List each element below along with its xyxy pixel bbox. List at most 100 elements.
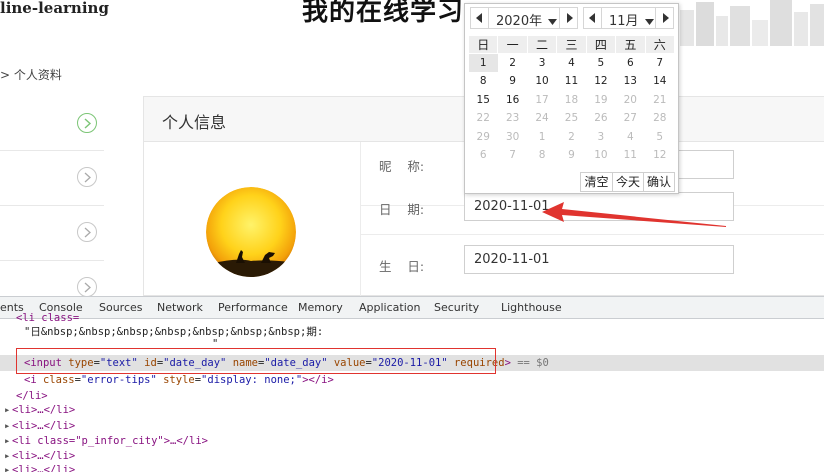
code-tag: <li>…</li> <box>12 464 76 472</box>
calendar-day[interactable]: 1 <box>468 53 498 72</box>
dom-line-li-collapsed[interactable]: ▸ <li>…</li> <box>4 449 75 464</box>
dom-line-li-city[interactable]: ▸ <li class="p_infor_city">…</li> <box>4 434 208 449</box>
caret-right-icon <box>567 13 573 23</box>
calendar-day[interactable]: 8 <box>469 72 498 91</box>
calendar-day[interactable]: 4 <box>616 128 645 147</box>
calendar-day[interactable]: 19 <box>586 91 615 110</box>
calendar-week: 6 7 8 9 10 11 12 <box>469 146 675 165</box>
breadcrumb: > 个人资料 <box>0 68 62 82</box>
dom-line-li-collapsed[interactable]: ▸ <li>…</li> <box>4 419 75 434</box>
calendar-day[interactable]: 14 <box>645 72 674 91</box>
confirm-button[interactable]: 确认 <box>643 173 674 191</box>
calendar-day[interactable]: 11 <box>557 72 586 91</box>
next-year-button[interactable] <box>559 8 577 28</box>
nickname-label: 昵 称: <box>379 159 425 174</box>
month-value: 11月 <box>609 14 639 29</box>
calendar-day[interactable]: 22 <box>469 109 498 128</box>
calendar-day[interactable]: 4 <box>557 54 586 73</box>
year-select[interactable]: 2020年 <box>496 10 558 29</box>
calendar-day[interactable]: 6 <box>616 54 645 73</box>
weekday-label: 日 <box>467 35 499 54</box>
today-button[interactable]: 今天 <box>612 173 643 191</box>
calendar-day[interactable]: 10 <box>527 72 556 91</box>
selected-node-marker: == $0 <box>517 357 549 369</box>
calendar-day[interactable]: 23 <box>498 109 527 128</box>
calendar-day[interactable]: 3 <box>527 54 556 73</box>
chevron-right-icon <box>77 222 97 242</box>
calendar-day[interactable]: 29 <box>469 128 498 147</box>
calendar-week: 15 16 17 18 19 20 21 <box>469 91 675 110</box>
code-tag: <li>…</li> <box>12 420 76 432</box>
calendar-day[interactable]: 9 <box>498 72 527 91</box>
expand-triangle-icon[interactable]: ▸ <box>4 434 12 449</box>
dom-line-li-close[interactable]: </li> <box>16 389 48 404</box>
calendar-day[interactable]: 8 <box>527 146 556 165</box>
tab-application[interactable]: Application <box>359 301 420 314</box>
tab-lighthouse[interactable]: Lighthouse <box>501 301 562 314</box>
calendar-week: 1234567 <box>468 53 675 73</box>
clear-button[interactable]: 清空 <box>581 173 612 191</box>
expand-triangle-icon[interactable]: ▸ <box>4 463 12 472</box>
code-tag: <li class="p_infor_city">…</li> <box>12 435 208 447</box>
calendar-week: 8 9 10 11 12 13 14 <box>469 72 675 91</box>
dom-line-label-text[interactable]: "日&nbsp;&nbsp;&nbsp;&nbsp;&nbsp;&nbsp;&n… <box>24 325 323 340</box>
calendar-day[interactable]: 10 <box>586 146 615 165</box>
chevron-right-icon <box>77 277 97 297</box>
calendar-day[interactable]: 30 <box>498 128 527 147</box>
weekday-label: 六 <box>644 35 676 54</box>
birthday-input[interactable] <box>464 245 734 274</box>
calendar-day[interactable]: 2 <box>557 128 586 147</box>
prev-month-button[interactable] <box>584 8 602 28</box>
nav-item-2[interactable] <box>0 151 104 206</box>
calendar-day[interactable]: 5 <box>586 54 615 73</box>
calendar-grid: 日 一 二 三 四 五 六 1 2 3 4 5 6 7 8 9 10 11 12 13 14 15 16 17 1… <box>467 35 676 165</box>
calendar-day[interactable]: 5 <box>645 128 674 147</box>
calendar-day[interactable]: 12 <box>586 72 615 91</box>
calendar-day[interactable]: 26 <box>586 109 615 128</box>
calendar-day[interactable]: 3 <box>586 128 615 147</box>
nav-item-3[interactable] <box>0 206 104 261</box>
calendar-day[interactable]: 12 <box>645 146 674 165</box>
devtools-tabbar: ents Console Sources Network Performance… <box>0 297 824 319</box>
tab-network[interactable]: Network <box>157 301 203 314</box>
site-brand[interactable]: line-learning <box>0 0 109 17</box>
calendar-day[interactable]: 11 <box>616 146 645 165</box>
dom-line-i[interactable]: <i class="error-tips" style="display: no… <box>24 373 334 388</box>
caret-right-icon <box>663 13 669 23</box>
prev-year-button[interactable] <box>471 8 489 28</box>
annotation-highlight-box <box>16 348 496 374</box>
tab-sources[interactable]: Sources <box>99 301 143 314</box>
devtools-panel: ents Console Sources Network Performance… <box>0 296 824 472</box>
dom-line-li-collapsed[interactable]: ▸ <li>…</li> <box>4 403 75 418</box>
calendar-day[interactable]: 16 <box>498 91 527 110</box>
dom-line-li-collapsed[interactable]: ▸ <li>…</li> <box>4 463 75 472</box>
calendar-day[interactable]: 13 <box>616 72 645 91</box>
calendar-day[interactable]: 15 <box>469 91 498 110</box>
calendar-day[interactable]: 28 <box>645 109 674 128</box>
calendar-day[interactable]: 6 <box>469 146 498 165</box>
month-select[interactable]: 11月 <box>609 10 654 29</box>
calendar-day[interactable]: 20 <box>616 91 645 110</box>
next-month-button[interactable] <box>655 8 673 28</box>
tab-security[interactable]: Security <box>434 301 479 314</box>
expand-triangle-icon[interactable]: ▸ <box>4 403 12 418</box>
calendar-day[interactable]: 24 <box>527 109 556 128</box>
user-avatar[interactable] <box>206 187 296 277</box>
code-tag: <li>…</li> <box>12 404 76 416</box>
calendar-day[interactable]: 25 <box>557 109 586 128</box>
calendar-day[interactable]: 18 <box>557 91 586 110</box>
calendar-day[interactable]: 7 <box>498 146 527 165</box>
calendar-day[interactable]: 27 <box>616 109 645 128</box>
expand-triangle-icon[interactable]: ▸ <box>4 449 12 464</box>
calendar-day[interactable]: 1 <box>527 128 556 147</box>
expand-triangle-icon[interactable]: ▸ <box>4 419 12 434</box>
tab-memory[interactable]: Memory <box>298 301 343 314</box>
calendar-day[interactable]: 9 <box>557 146 586 165</box>
tab-performance[interactable]: Performance <box>218 301 288 314</box>
chevron-right-icon <box>77 113 97 133</box>
calendar-day[interactable]: 2 <box>498 54 527 73</box>
nav-item-1[interactable] <box>0 96 104 151</box>
calendar-day[interactable]: 21 <box>645 91 674 110</box>
calendar-day[interactable]: 17 <box>527 91 556 110</box>
calendar-day[interactable]: 7 <box>645 54 674 73</box>
